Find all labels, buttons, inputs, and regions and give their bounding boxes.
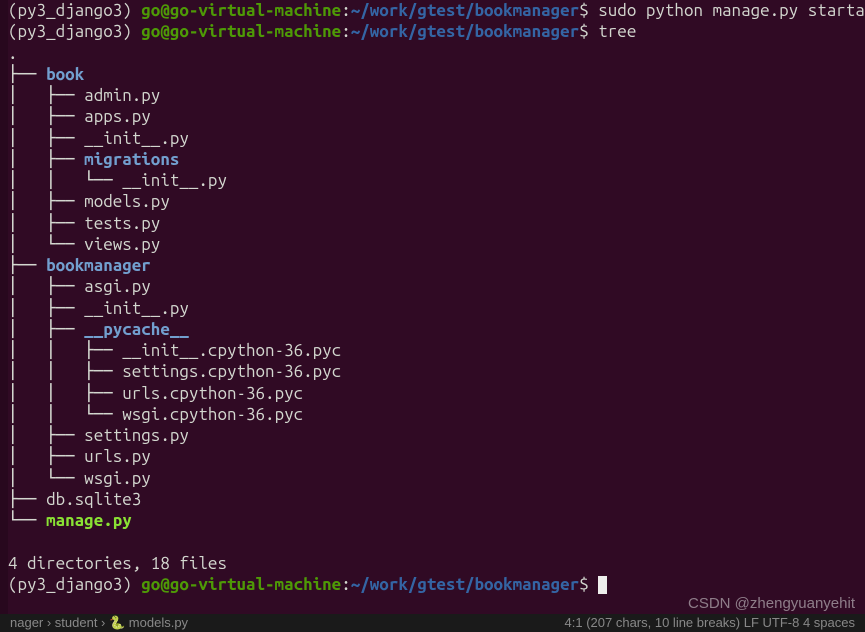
tree-prefix: │ │ └──: [8, 171, 122, 190]
tree-file: wsgi.py: [84, 469, 151, 488]
tree-prefix: │ ├──: [8, 426, 84, 445]
tree-row: │ ├── urls.py: [8, 446, 857, 467]
tree-file: __init__.cpython-36.pyc: [122, 341, 341, 360]
command-text: sudo python manage.py startapp book: [598, 1, 865, 20]
tree-prefix: │ ├──: [8, 320, 84, 339]
tree-file: db.sqlite3: [46, 490, 141, 509]
tree-prefix: │ ├──: [8, 214, 84, 233]
tree-output: ├── book│ ├── admin.py│ ├── apps.py│ ├──…: [8, 64, 857, 532]
statusbar-left: nager › student › 🐍 models.py: [10, 615, 188, 631]
tree-prefix: │ ├──: [8, 299, 84, 318]
cwd-path: ~/work/gtest/bookmanager: [351, 22, 579, 41]
tree-file: urls.py: [84, 447, 151, 466]
tree-prefix: │ ├──: [8, 129, 84, 148]
command-text: tree: [598, 22, 636, 41]
tree-file: apps.py: [84, 107, 151, 126]
tree-file: views.py: [84, 235, 160, 254]
tree-row: │ ├── __pycache__: [8, 319, 857, 340]
watermark-text: CSDN @zhengyuanyehit: [688, 595, 855, 614]
user-host: go@go-virtual-machine: [141, 1, 341, 20]
tree-prefix: ├──: [8, 490, 46, 509]
cwd-path: ~/work/gtest/bookmanager: [351, 1, 579, 20]
env-name: (py3_django3): [8, 22, 141, 41]
user-host: go@go-virtual-machine: [141, 575, 341, 594]
tree-row: │ ├── migrations: [8, 149, 857, 170]
terminal-area[interactable]: (py3_django3) go@go-virtual-machine:~/wo…: [0, 0, 865, 595]
tree-row: │ │ └── wsgi.cpython-36.pyc: [8, 404, 857, 425]
blank-line: [8, 531, 857, 552]
tree-exec: manage.py: [46, 511, 132, 530]
tree-row: │ │ ├── urls.cpython-36.pyc: [8, 383, 857, 404]
tree-prefix: │ ├──: [8, 86, 84, 105]
tree-row: │ ├── apps.py: [8, 106, 857, 127]
tree-row: │ ├── __init__.py: [8, 298, 857, 319]
tree-row: │ └── views.py: [8, 234, 857, 255]
sep: :: [341, 575, 351, 594]
tree-file: wsgi.cpython-36.pyc: [122, 405, 303, 424]
tree-file: urls.cpython-36.pyc: [122, 384, 303, 403]
tree-row: ├── db.sqlite3: [8, 489, 857, 510]
dollar-sign: $: [579, 575, 598, 594]
tree-row: ├── book: [8, 64, 857, 85]
tree-dir: migrations: [84, 150, 179, 169]
tree-prefix: │ ├──: [8, 150, 84, 169]
tree-prefix: ├──: [8, 256, 46, 275]
tree-row: │ ├── __init__.py: [8, 128, 857, 149]
sep: :: [341, 22, 351, 41]
user-host: go@go-virtual-machine: [141, 22, 341, 41]
tree-row: ├── bookmanager: [8, 255, 857, 276]
tree-prefix: ├──: [8, 65, 46, 84]
dollar-sign: $: [579, 1, 598, 20]
tree-prefix: │ ├──: [8, 192, 84, 211]
left-edge-gutter: [0, 0, 8, 632]
tree-prefix: │ │ └──: [8, 405, 122, 424]
env-name: (py3_django3): [8, 1, 141, 20]
tree-file: settings.cpython-36.pyc: [122, 362, 341, 381]
tree-row: │ └── wsgi.py: [8, 468, 857, 489]
status-bar: nager › student › 🐍 models.py 4:1 (207 c…: [0, 614, 865, 632]
tree-file: tests.py: [84, 214, 160, 233]
tree-prefix: │ │ ├──: [8, 384, 122, 403]
prompt-line-1: (py3_django3) go@go-virtual-machine:~/wo…: [8, 0, 857, 21]
tree-prefix: └──: [8, 511, 46, 530]
prompt-line-3: (py3_django3) go@go-virtual-machine:~/wo…: [8, 574, 857, 595]
tree-prefix: │ └──: [8, 469, 84, 488]
tree-row: │ ├── models.py: [8, 191, 857, 212]
env-name: (py3_django3): [8, 575, 141, 594]
cursor-block: [598, 576, 607, 594]
sep: :: [341, 1, 351, 20]
tree-dir: book: [46, 65, 84, 84]
tree-file: settings.py: [84, 426, 189, 445]
tree-file: asgi.py: [84, 277, 151, 296]
tree-root: .: [8, 43, 857, 64]
tree-prefix: │ ├──: [8, 277, 84, 296]
tree-file: models.py: [84, 192, 170, 211]
tree-prefix: │ │ ├──: [8, 362, 122, 381]
tree-row: │ │ └── __init__.py: [8, 170, 857, 191]
tree-file: __init__.py: [122, 171, 227, 190]
prompt-line-2: (py3_django3) go@go-virtual-machine:~/wo…: [8, 21, 857, 42]
tree-file: admin.py: [84, 86, 160, 105]
tree-prefix: │ │ ├──: [8, 341, 122, 360]
tree-row: └── manage.py: [8, 510, 857, 531]
tree-dir: bookmanager: [46, 256, 151, 275]
tree-row: │ ├── admin.py: [8, 85, 857, 106]
tree-row: │ ├── asgi.py: [8, 276, 857, 297]
tree-dir: __pycache__: [84, 320, 189, 339]
dollar-sign: $: [579, 22, 598, 41]
tree-prefix: │ ├──: [8, 447, 84, 466]
tree-row: │ ├── tests.py: [8, 213, 857, 234]
tree-file: __init__.py: [84, 129, 189, 148]
tree-file: __init__.py: [84, 299, 189, 318]
cwd-path: ~/work/gtest/bookmanager: [351, 575, 579, 594]
tree-prefix: │ └──: [8, 235, 84, 254]
tree-row: │ │ ├── __init__.cpython-36.pyc: [8, 340, 857, 361]
statusbar-right: 4:1 (207 chars, 10 line breaks) LF UTF-8…: [565, 615, 855, 631]
tree-row: │ │ ├── settings.cpython-36.pyc: [8, 361, 857, 382]
tree-row: │ ├── settings.py: [8, 425, 857, 446]
tree-prefix: │ ├──: [8, 107, 84, 126]
tree-summary: 4 directories, 18 files: [8, 553, 857, 574]
